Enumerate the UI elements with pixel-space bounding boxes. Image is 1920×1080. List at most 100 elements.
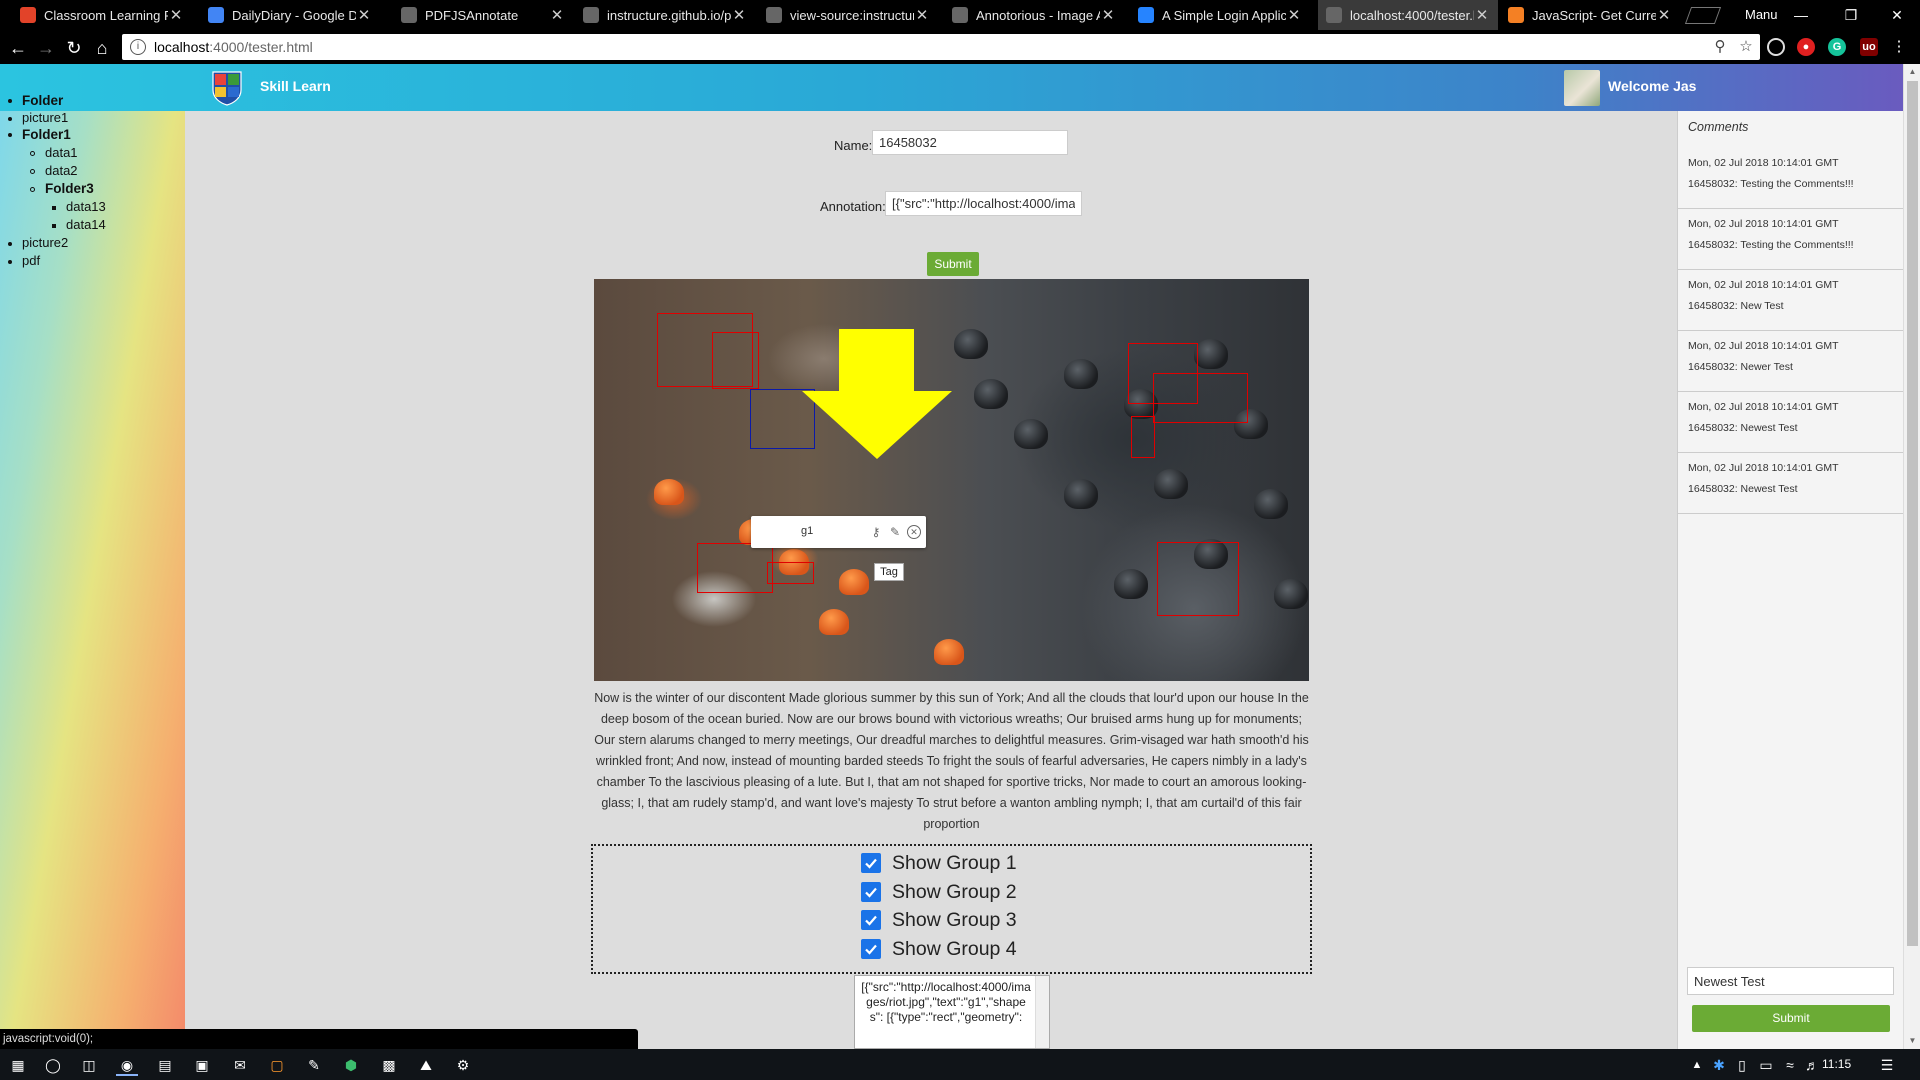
notes-icon[interactable]: ✎ (303, 1054, 325, 1076)
close-tab-icon[interactable]: ✕ (914, 6, 930, 24)
browser-tab[interactable]: localhost:4000/tester.ht ✕ (1318, 0, 1498, 30)
store-icon[interactable]: ▣ (191, 1054, 213, 1076)
tree-folder[interactable]: Folder1 (8, 127, 71, 142)
mail-icon[interactable]: ✉ (229, 1054, 251, 1076)
tree-folder[interactable]: Folder (8, 93, 63, 108)
reload-button[interactable]: ↻ (60, 34, 88, 62)
volume-icon[interactable]: ♬ (1801, 1054, 1823, 1076)
extension-red-icon[interactable]: ● (1797, 38, 1815, 56)
close-tab-icon[interactable]: ✕ (549, 6, 565, 24)
usb-icon[interactable]: ▯ (1731, 1054, 1753, 1076)
tag-icon[interactable]: ⚷ (869, 525, 883, 539)
tray-expand-icon[interactable]: ▲ (1686, 1054, 1708, 1076)
clock[interactable]: 11:15 (1822, 1057, 1851, 1071)
annotation-json-output[interactable]: [{"src":"http://localhost:4000/images/ri… (854, 975, 1050, 1049)
comment-input[interactable] (1687, 967, 1894, 995)
json-scrollbar[interactable] (1035, 976, 1049, 1048)
annotation-input[interactable] (885, 191, 1082, 216)
scroll-down-icon[interactable]: ▼ (1904, 1033, 1920, 1049)
photos-icon[interactable]: ⛰ (415, 1054, 437, 1076)
close-tab-icon[interactable]: ✕ (356, 6, 372, 24)
tree-file[interactable]: pdf (8, 253, 40, 268)
url-path: :4000/tester.html (209, 39, 313, 55)
browser-tab[interactable]: A Simple Login Applicat ✕ (1130, 0, 1310, 30)
windows-start-icon[interactable]: ▦ (7, 1054, 29, 1076)
search-icon[interactable]: ⚲ (1711, 38, 1729, 56)
extension-circle-icon[interactable] (1767, 38, 1785, 56)
ublock-icon[interactable]: uo (1860, 38, 1878, 56)
tree-file[interactable]: picture2 (8, 235, 68, 250)
brand-name[interactable]: Skill Learn (260, 78, 331, 94)
group-toggles-box: Show Group 1 Show Group 2 Show Group 3 Show… (591, 844, 1312, 974)
browser-tab[interactable]: view-source:instructure ✕ (758, 0, 938, 30)
tree-label: data14 (66, 217, 106, 232)
close-tab-icon[interactable]: ✕ (1474, 6, 1490, 24)
browser-tab[interactable]: PDFJSAnnotate ✕ (393, 0, 573, 30)
bluetooth-icon[interactable]: ✱ (1708, 1054, 1730, 1076)
scroll-thumb[interactable] (1907, 81, 1918, 946)
checkbox-checked-icon[interactable] (861, 853, 881, 873)
browser-menu-icon[interactable]: ⋮ (1890, 38, 1908, 56)
tree-folder[interactable]: Folder3 (30, 181, 94, 196)
edit-pencil-icon[interactable]: ✎ (888, 525, 902, 539)
submit-button[interactable]: Submit (927, 252, 979, 276)
browser-tab[interactable]: JavaScript- Get Current ✕ (1500, 0, 1680, 30)
browser-tab[interactable]: Annotorious - Image An ✕ (944, 0, 1124, 30)
home-button[interactable]: ⌂ (88, 34, 116, 62)
tree-file[interactable]: data14 (52, 217, 106, 232)
cortana-icon[interactable]: ◯ (42, 1054, 64, 1076)
node-icon[interactable]: ⬢ (340, 1054, 362, 1076)
checkbox-checked-icon[interactable] (861, 910, 881, 930)
back-button[interactable]: ← (4, 34, 32, 62)
chrome-taskbar-icon[interactable]: ◉ (116, 1054, 138, 1076)
cmd-icon[interactable]: ▩ (378, 1054, 400, 1076)
page-scrollbar[interactable]: ▲ ▼ (1903, 64, 1920, 1049)
annotated-image[interactable] (594, 279, 1309, 681)
battery-icon[interactable]: ▭ (1755, 1054, 1777, 1076)
close-tab-icon[interactable]: ✕ (1656, 6, 1672, 24)
close-tab-icon[interactable]: ✕ (1100, 6, 1116, 24)
tree-file[interactable]: data1 (30, 145, 78, 160)
task-view-icon[interactable]: ◫ (78, 1054, 100, 1076)
new-tab-button[interactable] (1684, 7, 1722, 24)
tree-bullet-icon (8, 241, 12, 246)
tree-file[interactable]: picture1 (8, 110, 68, 125)
site-info-icon[interactable]: i (130, 39, 146, 55)
forward-button[interactable]: → (32, 34, 60, 62)
grammarly-icon[interactable]: G (1828, 38, 1846, 56)
address-bar[interactable]: i localhost:4000/tester.html (122, 34, 1760, 60)
tree-file[interactable]: data2 (30, 163, 78, 178)
comment-text: 16458032: Newest Test (1688, 483, 1798, 495)
comment-item: Mon, 02 Jul 2018 10:14:01 GMT 16458032: T… (1678, 209, 1904, 270)
tag-text[interactable]: g1 (801, 525, 813, 537)
bookmark-star-icon[interactable]: ☆ (1737, 38, 1755, 56)
close-tab-icon[interactable]: ✕ (1286, 6, 1302, 24)
show-group-toggle[interactable]: Show Group 1 (861, 851, 1017, 875)
delete-circle-icon[interactable]: ✕ (907, 525, 921, 539)
wifi-icon[interactable]: ≈ (1779, 1054, 1801, 1076)
close-window-button[interactable]: ✕ (1874, 0, 1920, 30)
app-icon[interactable]: ⚙ (452, 1054, 474, 1076)
close-tab-icon[interactable]: ✕ (731, 6, 747, 24)
show-group-toggle[interactable]: Show Group 4 (861, 937, 1017, 961)
browser-tab[interactable]: Classroom Learning Pla✕ (12, 0, 192, 30)
name-input[interactable] (872, 130, 1068, 155)
comment-submit-button[interactable]: Submit (1692, 1005, 1890, 1032)
restore-window-button[interactable]: ❐ (1828, 0, 1874, 30)
sublime-icon[interactable]: ▢ (266, 1054, 288, 1076)
minimize-window-button[interactable]: — (1778, 0, 1824, 30)
checkbox-checked-icon[interactable] (861, 882, 881, 902)
notifications-icon[interactable]: ☰ (1876, 1054, 1898, 1076)
tree-file[interactable]: data13 (52, 199, 106, 214)
annotation-editor[interactable]: g1 ⚷ ✎ ✕ (751, 516, 926, 548)
close-tab-icon[interactable]: ✕ (168, 6, 184, 24)
show-group-toggle[interactable]: Show Group 3 (861, 908, 1017, 932)
browser-profile-name[interactable]: Manu (1745, 0, 1778, 30)
show-group-toggle[interactable]: Show Group 2 (861, 880, 1017, 904)
browser-tab[interactable]: instructure.github.io/pd ✕ (575, 0, 755, 30)
browser-tab[interactable]: DailyDiary - Google Doc✕ (200, 0, 380, 30)
scroll-up-icon[interactable]: ▲ (1904, 64, 1920, 80)
file-explorer-icon[interactable]: ▤ (154, 1054, 176, 1076)
user-avatar[interactable] (1564, 70, 1600, 106)
checkbox-checked-icon[interactable] (861, 939, 881, 959)
